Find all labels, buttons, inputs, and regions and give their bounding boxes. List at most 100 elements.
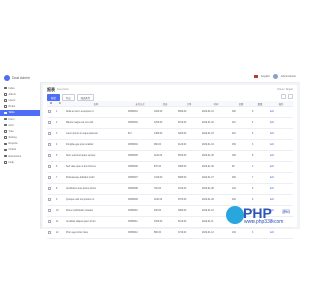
table-cell: 6 [55,161,65,173]
table-cell: 1340.00 [153,172,177,184]
table-cell: 4 [251,117,269,129]
row-select-cell[interactable] [47,194,55,206]
table-cell: DXB0004 [127,139,153,151]
export-button[interactable]: 导出 [61,94,75,101]
table-cell: 130 [231,227,251,239]
table-cell: DXB0011 [127,216,153,228]
columns-icon[interactable] [288,94,293,99]
new-button[interactable]: 新增 [47,94,60,101]
table-cell: 3310.00 [177,183,201,195]
row-checkbox[interactable] [48,165,51,168]
table-cell: 9 [55,194,65,206]
table-cell: 5120.00 [177,216,201,228]
table-cell: DXB0005 [127,150,153,162]
table-cell: 12 [55,227,65,239]
row-select-cell[interactable] [47,106,55,118]
row-checkbox[interactable] [48,220,51,223]
sidebar-item-label: Roles [8,105,16,109]
table-cell: 1120.00 [153,150,177,162]
toolbar: 新增 导出 筛选条件 [47,94,95,101]
row-action[interactable]: Edit [269,194,293,206]
menu-icon [4,161,7,164]
sidebar-item-label: Help [8,160,14,164]
table-cell: 1 [55,106,65,118]
table-cell: 880.00 [153,227,177,239]
row-action[interactable]: Edit [269,172,293,184]
table-cell: 940.00 [153,205,177,217]
table-cell: Mauris magna vel orci velit [65,117,127,129]
menu-icon [4,99,7,102]
table-row: 1 Nulla et nisi in excepteur id DXB0001 100… [47,106,293,118]
row-action[interactable]: Edit [269,117,293,129]
row-action[interactable]: Edit [269,139,293,151]
table-cell: 3 [251,139,269,151]
row-select-cell[interactable] [47,172,55,184]
table-cell: 2020-01-04 [201,139,231,151]
filter-button[interactable]: 筛选条件 [76,94,95,101]
table-cell: 6680.00 [177,172,201,184]
row-checkbox[interactable] [48,132,51,135]
row-checkbox[interactable] [48,143,51,146]
table-cell: 2020-01-07 [201,172,231,184]
user-name[interactable]: Administrator [281,75,296,78]
table-cell: 9 [251,106,269,118]
row-checkbox[interactable] [48,198,51,201]
row-checkbox[interactable] [48,231,51,234]
refresh-icon[interactable] [281,94,286,99]
sidebar-item-label: Reports [8,142,18,146]
row-checkbox[interactable] [48,187,51,190]
language-selector[interactable]: English [261,75,270,78]
row-checkbox[interactable] [48,121,51,124]
row-checkbox[interactable] [48,110,51,113]
sidebar-item-label: Tree [8,129,14,133]
menu-icon [4,86,7,90]
table-cell: 150 [231,139,251,151]
table-cell: Proin eget tortor risus [65,227,127,239]
table-cell: Pellentesque habitant morbi [65,172,127,184]
row-action[interactable]: Edit [269,227,293,239]
row-select-cell[interactable] [47,150,55,162]
table-cell: 210 [231,128,251,140]
table-row: 3 Lorem ipsum in neque placerat B.V. 1480.0… [47,128,293,140]
row-select-cell[interactable] [47,161,55,173]
row-select-cell[interactable] [47,128,55,140]
table-cell: Fringilla eget quis curabitur [65,139,127,151]
menu-icon [4,154,7,158]
table-cell: B.V. [127,128,153,140]
row-select-cell[interactable] [47,183,55,195]
row-action[interactable]: Edit [269,128,293,140]
table-cell: 2020-01-06 [201,161,231,173]
row-select-cell[interactable] [47,117,55,129]
table-cell: 3990.00 [177,205,201,217]
table-row: 8 Vestibulum ante ipsum primis DXB0008 760.… [47,183,293,195]
table-cell: Lorem ipsum in neque placerat [65,128,127,140]
table-cell: 5 [251,183,269,195]
menu-icon [4,142,7,146]
row-checkbox[interactable] [48,154,51,157]
row-select-cell[interactable] [47,139,55,151]
sidebar-nav: Index Admin Users Roles Table Form Grid Tree Set… [0,85,40,165]
menu-icon [4,136,7,139]
row-action[interactable]: Edit [269,150,293,162]
menu-icon [4,130,7,133]
row-checkbox[interactable] [48,209,51,212]
row-action[interactable]: Edit [269,183,293,195]
row-action[interactable]: Edit [269,106,293,118]
table-cell: 5 [55,150,65,162]
app-name: Dcat Admin [12,75,30,80]
sidebar-item-label: Form [8,117,15,121]
table-cell: Donec sollicitudin molestie [65,205,127,217]
select-all-checkbox[interactable] [49,101,53,105]
table-cell: 3200.00 [177,128,201,140]
row-checkbox[interactable] [48,176,51,179]
avatar[interactable] [272,74,278,79]
table-row: 2 Mauris magna vel orci velit DXB0002 1250.… [47,117,293,129]
breadcrumb[interactable]: Home / Report [277,88,293,91]
app-logo[interactable]: Dcat Admin [4,73,30,82]
row-action[interactable]: Edit [269,161,293,173]
row-select-cell[interactable] [47,216,55,228]
table-cell: DXB0002 [127,117,153,129]
sidebar-item[interactable]: Help [0,159,40,165]
row-select-cell[interactable] [47,205,55,217]
row-select-cell[interactable] [47,227,55,239]
